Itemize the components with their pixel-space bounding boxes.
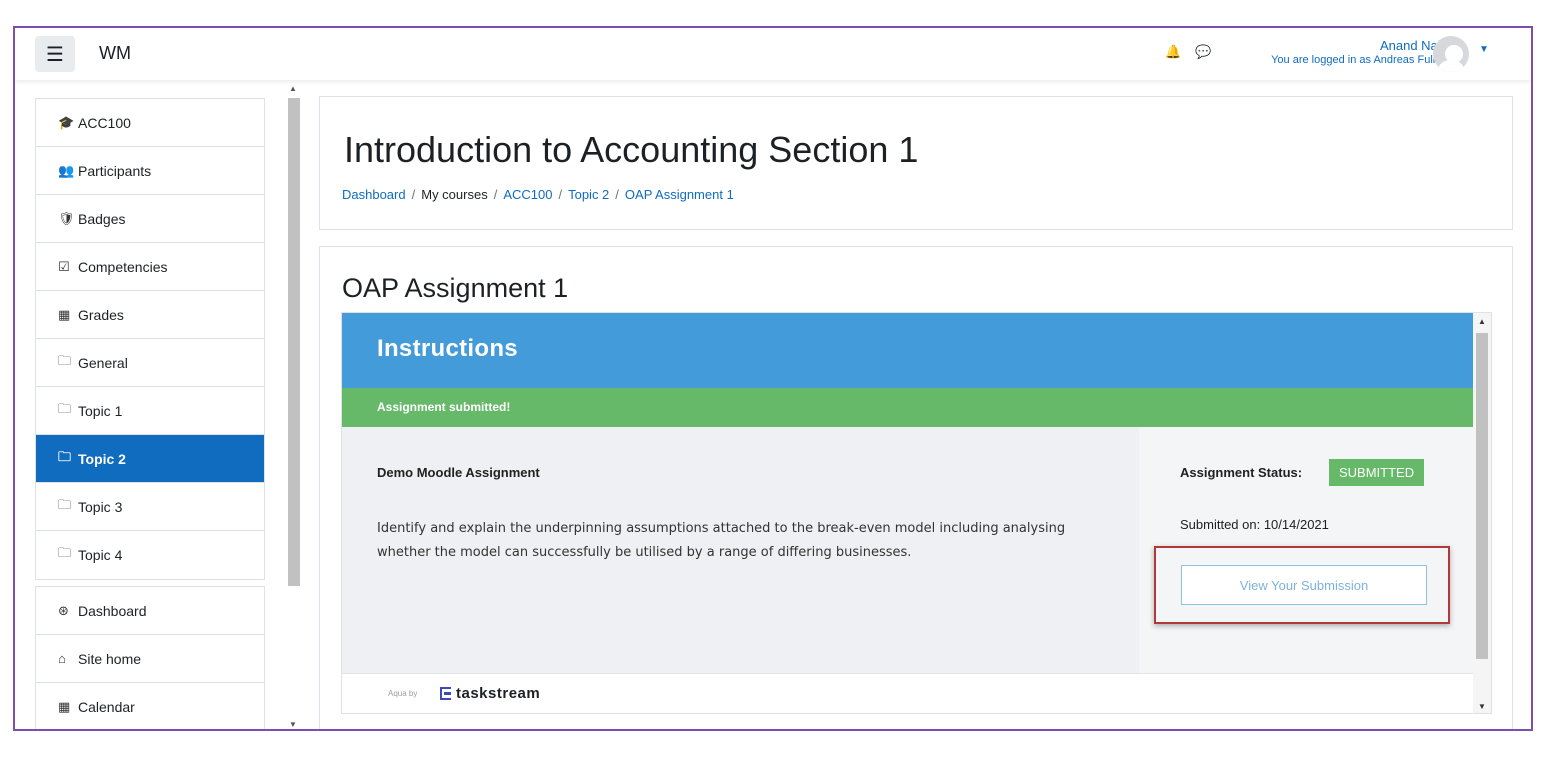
avatar[interactable] <box>1433 36 1469 72</box>
breadcrumb-topic-2[interactable]: Topic 2 <box>568 187 609 202</box>
breadcrumb-separator: / <box>615 187 619 202</box>
breadcrumb-separator: / <box>411 187 416 202</box>
sidebar-item-topic-4[interactable]: 🗀 Topic 4 <box>36 531 264 579</box>
sidebar-item-label: Participants <box>78 162 152 179</box>
sidebar-item-label: Dashboard <box>78 602 147 619</box>
shield-icon: 🛡 <box>58 210 75 226</box>
bell-icon[interactable]: 🔔 <box>1165 44 1181 60</box>
submitted-banner-text: Assignment submitted! <box>377 400 511 414</box>
sidebar-item-site-home[interactable]: ⌂ Site home <box>36 635 264 683</box>
menu-toggle-button[interactable]: ☰ <box>35 36 75 72</box>
status-label: Assignment Status: <box>1180 465 1303 480</box>
drawer-scrollbar[interactable]: ▲ ▼ <box>286 80 302 729</box>
chevron-down-icon[interactable]: ▼ <box>1479 44 1489 55</box>
scrollbar-thumb[interactable] <box>1476 333 1488 659</box>
breadcrumb: Dashboard / My courses / ACC100 / Topic 2 / OAP … <box>342 187 734 202</box>
sidebar-item-dashboard[interactable]: ⊛ Dashboard <box>36 587 264 635</box>
sidebar-item-badges[interactable]: 🛡 Badges <box>36 195 264 243</box>
sidebar-item-topic-3[interactable]: 🗀 Topic 3 <box>36 483 264 531</box>
navbar: ☰ WM 🔔 💬 Anand Nair You are logged in as… <box>15 28 1531 80</box>
check-square-icon: ☑ <box>58 258 70 274</box>
taskstream-logo: taskstream <box>456 685 541 702</box>
hamburger-icon: ☰ <box>46 43 64 66</box>
assignment-details: Demo Moodle Assignment Identify and expl… <box>342 427 1139 673</box>
sidebar-item-acc100[interactable]: 🎓 ACC100 <box>36 99 264 147</box>
home-icon: ⌂ <box>58 651 66 666</box>
breadcrumb-separator: / <box>558 187 563 202</box>
sidebar-item-general[interactable]: 🗀 General <box>36 339 264 387</box>
sidebar-item-label: Topic 1 <box>78 402 123 419</box>
view-submission-button[interactable]: View Your Submission <box>1181 565 1427 605</box>
frame-scrollbar[interactable]: ▲ ▼ <box>1473 313 1491 713</box>
table-icon: ▦ <box>58 306 71 322</box>
breadcrumb-dashboard[interactable]: Dashboard <box>342 187 406 202</box>
sidebar-item-label: Topic 2 <box>78 450 126 467</box>
login-as-text: You are logged in as Andreas Fuller <box>1271 54 1445 67</box>
breadcrumb-separator: / <box>493 187 498 202</box>
sidebar-item-label: Site home <box>78 650 142 667</box>
aqua-by-text: Aqua by <box>388 689 418 698</box>
instructions-title: Instructions <box>377 335 518 362</box>
folder-icon: 🗀 <box>58 496 72 512</box>
users-icon: 👥 <box>58 162 75 178</box>
user-name[interactable]: Anand Nair <box>1271 38 1445 54</box>
sidebar-item-calendar[interactable]: ▦ Calendar <box>36 683 264 729</box>
breadcrumb-acc100[interactable]: ACC100 <box>503 187 552 202</box>
assignment-title: OAP Assignment 1 <box>342 273 569 303</box>
sidebar-item-label: Badges <box>78 210 126 227</box>
instructions-header: Instructions <box>342 313 1473 388</box>
nav-drawer: 🎓 ACC100 👥 Participants 🛡 Badges ☑ Competenc… <box>35 98 265 729</box>
breadcrumb-my-courses: My courses <box>421 187 488 202</box>
demo-assignment-title: Demo Moodle Assignment <box>377 465 540 480</box>
scrollbar-thumb[interactable] <box>288 98 300 586</box>
sidebar-item-label: Topic 3 <box>78 498 123 515</box>
scroll-down-icon[interactable]: ▼ <box>1478 702 1486 711</box>
sidebar-item-label: Grades <box>78 306 124 323</box>
page-header: Introduction to Accounting Section 1 Das… <box>319 96 1513 230</box>
scroll-up-icon[interactable]: ▲ <box>1478 317 1486 326</box>
breadcrumb-oap-assignment[interactable]: OAP Assignment 1 <box>625 187 734 202</box>
sidebar-item-grades[interactable]: ▦ Grades <box>36 291 264 339</box>
assignment-description: Identify and explain the underpinning as… <box>377 521 1066 561</box>
submitted-on-text: Submitted on: 10/14/2021 <box>1180 517 1329 532</box>
folder-icon: 🗀 <box>58 448 72 464</box>
folder-icon: 🗀 <box>58 545 72 560</box>
site-name[interactable]: WM <box>99 43 131 64</box>
sidebar-item-label: General <box>78 354 128 371</box>
course-nav-group: 🎓 ACC100 👥 Participants 🛡 Badges ☑ Competenc… <box>35 98 265 580</box>
sidebar-item-label: Competencies <box>78 258 168 275</box>
folder-icon: 🗀 <box>58 400 72 416</box>
scroll-down-icon[interactable]: ▼ <box>289 720 297 729</box>
page-title: Introduction to Accounting Section 1 <box>344 129 919 170</box>
calendar-icon: ▦ <box>58 699 71 714</box>
main-content: OAP Assignment 1 Instructions Assignment… <box>319 246 1513 729</box>
user-menu[interactable]: Anand Nair You are logged in as Andreas … <box>1271 38 1445 68</box>
sidebar-item-competencies[interactable]: ☑ Competencies <box>36 243 264 291</box>
dashboard-icon: ⊛ <box>58 602 69 618</box>
nav-icons: 🔔 💬 <box>1165 44 1211 60</box>
submitted-banner: Assignment submitted! <box>342 388 1473 427</box>
sidebar-item-label: Calendar <box>78 699 135 715</box>
sidebar-item-label: ACC100 <box>78 114 131 131</box>
site-nav-group: ⊛ Dashboard ⌂ Site home ▦ Calendar <box>35 586 265 729</box>
sidebar-item-topic-2[interactable]: 🗀 Topic 2 <box>36 435 264 483</box>
chat-icon[interactable]: 💬 <box>1195 44 1211 60</box>
scroll-up-icon[interactable]: ▲ <box>289 84 297 93</box>
sidebar-item-topic-1[interactable]: 🗀 Topic 1 <box>36 387 264 435</box>
app-frame: ☰ WM 🔔 💬 Anand Nair You are logged in as… <box>13 26 1533 731</box>
taskstream-footer: Aqua by taskstream <box>342 673 1473 713</box>
sidebar-item-label: Topic 4 <box>78 547 123 563</box>
status-panel: Assignment Status: SUBMITTED Submitted o… <box>1139 427 1473 673</box>
folder-icon: 🗀 <box>58 352 72 368</box>
taskstream-logo-icon <box>440 687 451 700</box>
taskstream-frame: Instructions Assignment submitted! Demo … <box>341 312 1492 714</box>
graduation-cap-icon: 🎓 <box>58 114 75 130</box>
sidebar-item-participants[interactable]: 👥 Participants <box>36 147 264 195</box>
status-badge: SUBMITTED <box>1329 459 1425 486</box>
